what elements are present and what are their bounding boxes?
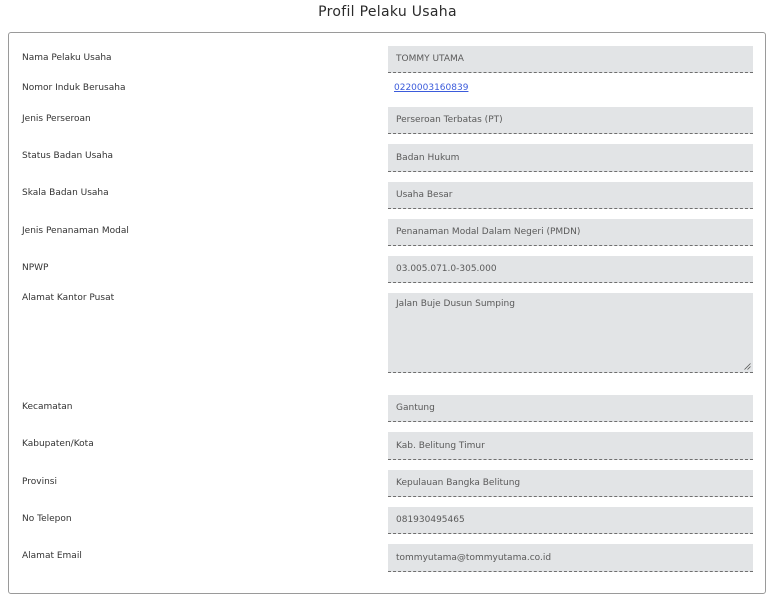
kabupaten-kota-label: Kabupaten/Kota <box>22 439 94 449</box>
status-badan-usaha-field[interactable]: Badan Hukum <box>388 144 753 172</box>
nama-field[interactable]: TOMMY UTAMA <box>388 46 753 73</box>
profile-card: Nama Pelaku Usaha TOMMY UTAMA Nomor Indu… <box>8 32 766 594</box>
alamat-email-label: Alamat Email <box>22 551 82 561</box>
status-badan-usaha-label: Status Badan Usaha <box>22 151 114 161</box>
alamat-kantor-pusat-label: Alamat Kantor Pusat <box>22 293 115 303</box>
jenis-perseroan-field[interactable]: Perseroan Terbatas (PT) <box>388 107 753 134</box>
page-title: Profil Pelaku Usaha <box>318 4 457 20</box>
alamat-kantor-pusat-textarea[interactable]: Jalan Buje Dusun Sumping <box>388 293 753 373</box>
no-telepon-field[interactable]: 081930495465 <box>388 507 753 534</box>
kecamatan-label: Kecamatan <box>22 402 73 412</box>
skala-badan-usaha-label: Skala Badan Usaha <box>22 188 109 198</box>
nama-label: Nama Pelaku Usaha <box>22 53 112 63</box>
jenis-perseroan-label: Jenis Perseroan <box>22 114 91 124</box>
npwp-label: NPWP <box>22 263 49 273</box>
alamat-kantor-pusat-value: Jalan Buje Dusun Sumping <box>396 299 515 309</box>
nib-link[interactable]: 0220003160839 <box>394 83 468 93</box>
provinsi-field[interactable]: Kepulauan Bangka Belitung <box>388 470 753 497</box>
npwp-field[interactable]: 03.005.071.0-305.000 <box>388 256 753 283</box>
jenis-penanaman-modal-field[interactable]: Penanaman Modal Dalam Negeri (PMDN) <box>388 219 753 246</box>
no-telepon-label: No Telepon <box>22 514 72 524</box>
provinsi-label: Provinsi <box>22 477 57 487</box>
jenis-penanaman-modal-label: Jenis Penanaman Modal <box>22 226 129 236</box>
skala-badan-usaha-field[interactable]: Usaha Besar <box>388 182 753 209</box>
nib-label: Nomor Induk Berusaha <box>22 83 126 93</box>
resize-grip-icon[interactable] <box>744 363 751 370</box>
alamat-email-field[interactable]: tommyutama@tommyutama.co.id <box>388 544 753 572</box>
kecamatan-field[interactable]: Gantung <box>388 395 753 422</box>
kabupaten-kota-field[interactable]: Kab. Belitung Timur <box>388 432 753 460</box>
